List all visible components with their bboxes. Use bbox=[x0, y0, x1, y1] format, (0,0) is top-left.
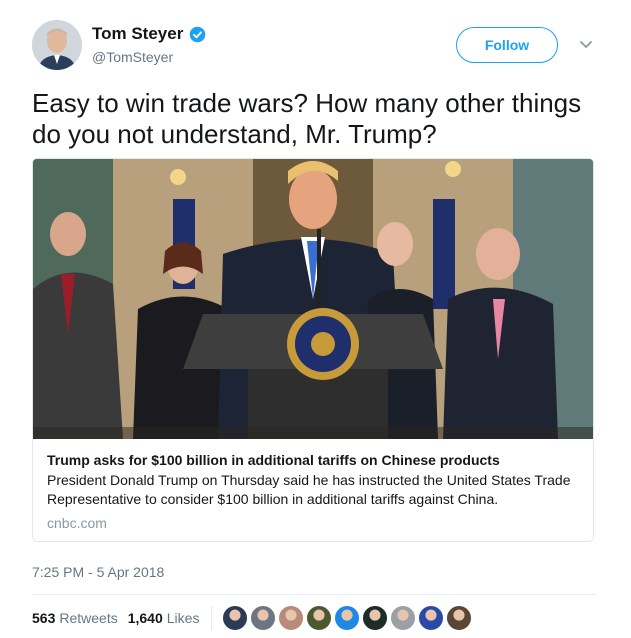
tweet-timestamp[interactable]: 7:25 PM - 5 Apr 2018 bbox=[32, 564, 164, 580]
tweet-header: Tom Steyer @TomSteyer Follow bbox=[32, 20, 602, 72]
liker-avatar-icon[interactable] bbox=[250, 605, 277, 631]
likes-label: Likes bbox=[166, 610, 200, 626]
card-body: Trump asks for $100 billion in additiona… bbox=[33, 439, 593, 531]
liker-avatar-icon[interactable] bbox=[362, 605, 389, 631]
retweets-count: 563 bbox=[32, 610, 56, 626]
author-name-block: Tom Steyer @TomSteyer bbox=[92, 24, 206, 65]
press-conference-photo-icon bbox=[33, 159, 593, 439]
likes-stat[interactable]: 1,640 Likes bbox=[128, 610, 200, 626]
divider bbox=[32, 594, 596, 595]
liker-avatars bbox=[222, 605, 473, 631]
follow-button[interactable]: Follow bbox=[456, 27, 558, 63]
card-domain: cnbc.com bbox=[47, 515, 107, 531]
card-image[interactable] bbox=[33, 159, 593, 439]
liker-avatar-icon[interactable] bbox=[390, 605, 417, 631]
engagement-stats: 563 Retweets 1,640 Likes bbox=[32, 605, 473, 631]
liker-avatar-icon[interactable] bbox=[334, 605, 361, 631]
tweet-text: Easy to win trade wars? How many other t… bbox=[32, 88, 582, 149]
retweets-stat[interactable]: 563 Retweets bbox=[32, 610, 118, 626]
liker-avatar-icon[interactable] bbox=[418, 605, 445, 631]
liker-avatar-icon[interactable] bbox=[446, 605, 473, 631]
liker-avatar-icon[interactable] bbox=[278, 605, 305, 631]
stats-separator bbox=[211, 606, 213, 630]
author-name[interactable]: Tom Steyer bbox=[92, 24, 183, 44]
liker-avatar-icon[interactable] bbox=[306, 605, 333, 631]
likes-count: 1,640 bbox=[127, 610, 163, 626]
liker-avatar-icon[interactable] bbox=[222, 605, 249, 631]
author-handle[interactable]: @TomSteyer bbox=[92, 49, 206, 65]
card-title[interactable]: Trump asks for $100 billion in additiona… bbox=[47, 451, 579, 469]
retweets-label: Retweets bbox=[59, 610, 118, 626]
author-avatar[interactable] bbox=[32, 20, 82, 70]
chevron-down-icon[interactable] bbox=[578, 36, 594, 52]
profile-photo-icon bbox=[32, 20, 82, 70]
link-card[interactable]: Trump asks for $100 billion in additiona… bbox=[32, 158, 594, 542]
card-description: President Donald Trump on Thursday said … bbox=[47, 472, 571, 507]
verified-badge-icon bbox=[190, 26, 206, 42]
